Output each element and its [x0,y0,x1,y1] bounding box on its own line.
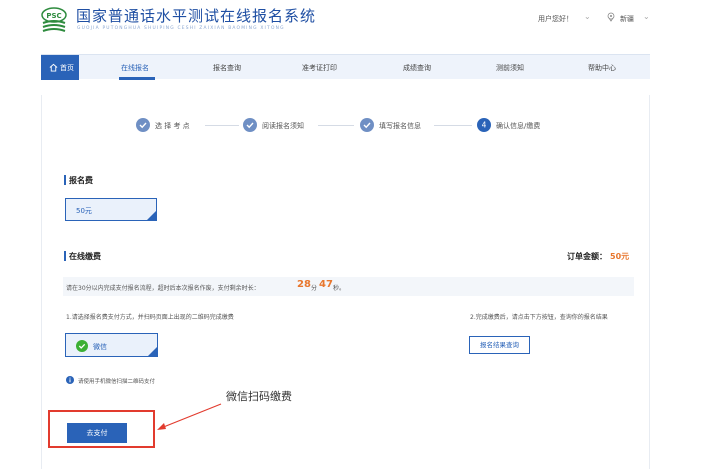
home-icon [49,63,58,72]
order-amount-label: 订单金额： [567,252,607,261]
site-subtitle: GUOJIA PUTONGHUA SHUIPING CESHI ZAIXIAN … [77,26,285,31]
site-title: 国家普通话水平测试在线报名系统 [76,7,317,25]
location-pin-icon [606,12,616,22]
check-icon [243,118,257,132]
check-icon [136,118,150,132]
fee-section-title: 报名费 [69,176,93,185]
nav-home[interactable]: 首页 [41,55,79,80]
step-connector [434,125,472,126]
step-connector [205,125,239,126]
wechat-scan-tip: 请使用手机微信扫描二维码支付 [78,379,156,385]
location-selector[interactable]: 新疆 [620,14,634,24]
psc-logo[interactable]: PSC [40,7,68,33]
section-marker [64,175,66,185]
instruction-step-1: 1.请选择报名费支付方式，并扫码页面上出现的二维码完成缴费 [66,314,234,321]
main-nav: 首页 在线报名 报名查询 准考证打印 成绩查询 测前须知 帮助中心 [41,54,650,80]
timer-seconds-unit: 秒。 [333,285,346,292]
wechat-label: 微信 [93,343,107,351]
info-icon [66,376,74,384]
selected-corner-icon [148,347,157,356]
svg-text:4: 4 [482,121,487,130]
step-confirm-pay: 确认信息/缴费 [496,122,541,130]
nav-item-score-query[interactable]: 成绩查询 [403,63,431,73]
annotation-label: 微信扫码缴费 [226,390,292,403]
step-select-venue: 选 择 考 点 [155,122,190,130]
nav-item-help-center[interactable]: 帮助中心 [588,63,616,73]
annotation-arrow-icon [157,403,222,430]
nav-item-pre-test-notes[interactable]: 测前须知 [496,63,524,73]
payment-timer-notice: 请在30分以内完成支付报名流程，超时后本次报名作废，支付剩余时长： 28 分 4… [63,277,634,296]
instruction-step-2: 2.完成缴费后，请点击下方按钮，查询你的报名结果 [470,314,608,321]
query-result-button[interactable]: 报名结果查询 [469,336,530,354]
timer-minutes: 28 [297,279,311,290]
timer-seconds: 47 [319,279,333,290]
site-header: PSC 国家普通话水平测试在线报名系统 GUOJIA PUTONGHUA SHU… [0,0,706,42]
step-number-badge: 4 [477,118,491,132]
nav-item-admission-ticket[interactable]: 准考证打印 [302,63,337,73]
selected-corner-icon [147,211,156,220]
step-connector [318,125,354,126]
user-greeting[interactable]: 用户您好！ [538,14,573,24]
chevron-down-icon[interactable]: ⌄ [584,12,591,21]
check-icon [360,118,374,132]
timer-minutes-unit: 分 [311,285,318,292]
payment-section-title: 在线缴费 [69,252,101,261]
nav-active-indicator [119,77,155,80]
nav-home-label: 首页 [60,64,74,72]
nav-item-online-registration[interactable]: 在线报名 [121,63,149,73]
wechat-pay-option[interactable]: 微信 [65,333,158,357]
fee-amount: 50元 [76,207,92,215]
logo-text: PSC [46,12,61,20]
step-read-notice: 阅读报名须知 [262,122,304,130]
order-amount-value: 50元 [610,252,630,261]
section-marker [64,251,66,261]
fee-option-50[interactable]: 50元 [65,198,157,221]
chevron-down-icon[interactable]: ⌄ [643,12,650,21]
go-pay-button[interactable]: 去支付 [67,423,127,443]
notice-text: 请在30分以内完成支付报名流程，超时后本次报名作废，支付剩余时长： [66,285,260,292]
step-fill-info: 填写报名信息 [379,122,421,130]
nav-item-registration-query[interactable]: 报名查询 [213,63,241,73]
wechat-check-icon [76,340,88,352]
